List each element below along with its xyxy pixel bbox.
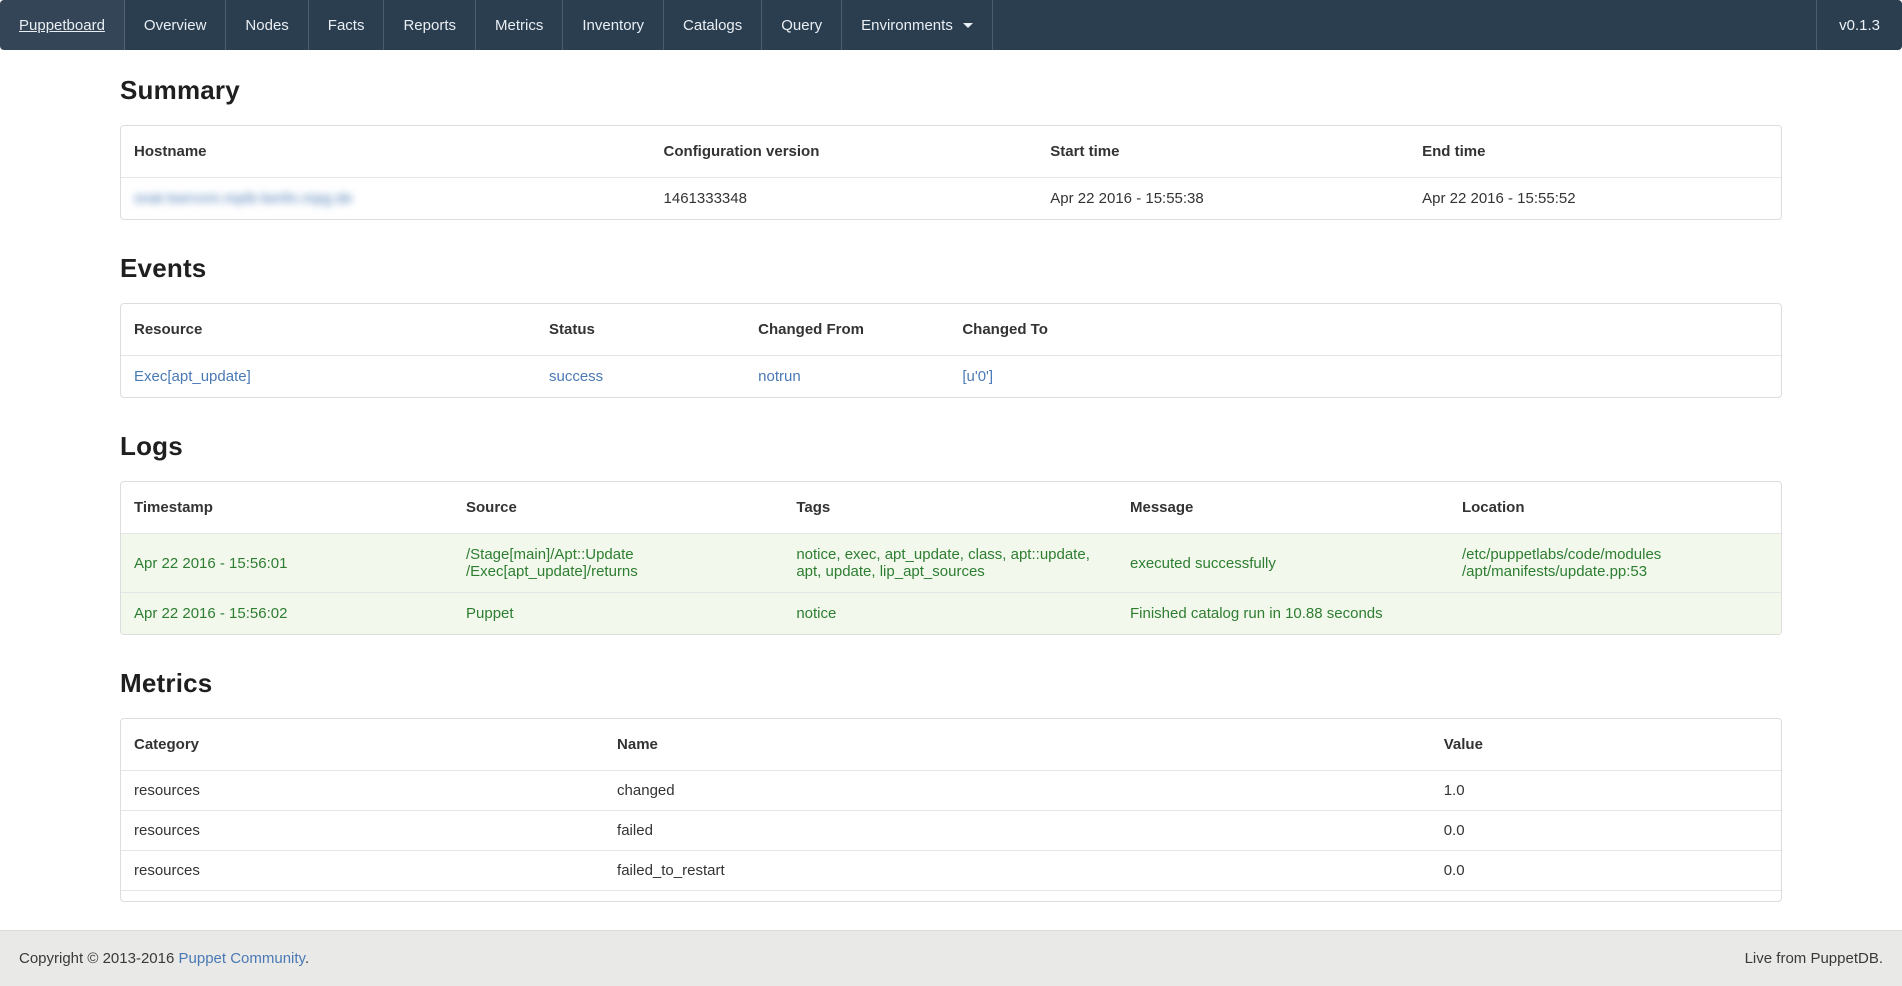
events-section: Events Resource Status Changed From Chan… [120,253,1782,398]
summary-header-row: Hostname Configuration version Start tim… [121,126,1781,178]
metric-category: resources [121,771,604,811]
event-row: Exec[apt_update] success notrun [u'0'] [121,356,1781,398]
logs-table: Timestamp Source Tags Message Location A… [121,482,1781,634]
log-source: /Stage[main]/Apt::Update /Exec[apt_updat… [453,534,783,593]
summary-section: Summary Hostname Configuration version S… [120,75,1782,220]
events-col-status: Status [536,304,745,356]
log-timestamp: Apr 22 2016 - 15:56:01 [121,534,453,593]
events-header-row: Resource Status Changed From Changed To [121,304,1781,356]
logs-header-row: Timestamp Source Tags Message Location [121,482,1781,534]
summary-table: Hostname Configuration version Start tim… [121,126,1781,219]
log-message: executed successfully [1117,534,1449,593]
nav-item-nodes[interactable]: Nodes [226,0,308,50]
footer-copyright: Copyright © 2013-2016 Puppet Community. [19,950,309,967]
nav-item-environments-dropdown[interactable]: Environments [842,0,993,50]
hostname-link[interactable]: snat-tservvm.mpib-berlin.mpg.de [134,190,352,207]
metrics-col-category: Category [121,719,604,771]
metric-row: resources failed_to_restart 0.0 [121,851,1781,891]
main-content: Summary Hostname Configuration version S… [120,75,1782,902]
start-time-value: Apr 22 2016 - 15:55:38 [1037,178,1409,220]
event-status-link[interactable]: success [549,368,603,385]
summary-col-config-version: Configuration version [651,126,1038,178]
event-changed-to-link[interactable]: [u'0'] [962,368,993,385]
nav-item-puppetboard[interactable]: Puppetboard [0,0,125,50]
summary-row: snat-tservvm.mpib-berlin.mpg.de 14613333… [121,178,1781,220]
log-location: /etc/puppetlabs/code/modules /apt/manife… [1449,534,1781,593]
nav-item-query[interactable]: Query [762,0,842,50]
events-heading: Events [120,253,1782,284]
nav-item-reports[interactable]: Reports [384,0,476,50]
logs-col-tags: Tags [783,482,1117,534]
environments-label: Environments [861,17,953,34]
log-source: Puppet [453,593,783,635]
copyright-period: . [305,950,309,967]
log-location [1449,593,1781,635]
navbar-spacer [993,0,1816,50]
metric-value: 1.0 [1431,771,1781,811]
log-tags: notice, exec, apt_update, class, apt::up… [783,534,1117,593]
metrics-header-row: Category Name Value [121,719,1781,771]
summary-heading: Summary [120,75,1782,106]
metric-category: resources [121,851,604,891]
metric-name: failed_to_restart [604,851,1431,891]
summary-col-hostname: Hostname [121,126,651,178]
footer-source-text: Live from PuppetDB. [1745,950,1883,967]
log-message: Finished catalog run in 10.88 seconds [1117,593,1449,635]
nav-item-metrics[interactable]: Metrics [476,0,563,50]
summary-col-end-time: End time [1409,126,1781,178]
summary-table-panel: Hostname Configuration version Start tim… [120,125,1782,220]
events-col-changed-from: Changed From [745,304,949,356]
nav-item-inventory[interactable]: Inventory [563,0,664,50]
chevron-down-icon [963,23,973,28]
metric-row: resources failed 0.0 [121,811,1781,851]
metric-row: resources changed 1.0 [121,771,1781,811]
logs-col-location: Location [1449,482,1781,534]
copyright-text: Copyright © 2013-2016 [19,950,179,967]
summary-col-start-time: Start time [1037,126,1409,178]
logs-table-panel: Timestamp Source Tags Message Location A… [120,481,1782,635]
logs-col-message: Message [1117,482,1449,534]
puppet-community-link[interactable]: Puppet Community [179,950,305,967]
version-badge: v0.1.3 [1816,0,1902,50]
events-col-changed-to: Changed To [949,304,1781,356]
metrics-table-panel: Category Name Value resources changed 1.… [120,718,1782,902]
logs-section: Logs Timestamp Source Tags Message Locat… [120,431,1782,635]
event-changed-from-link[interactable]: notrun [758,368,801,385]
log-row: Apr 22 2016 - 15:56:01 /Stage[main]/Apt:… [121,534,1781,593]
log-row: Apr 22 2016 - 15:56:02 Puppet notice Fin… [121,593,1781,635]
metric-row-cutoff [121,891,1781,901]
metrics-heading: Metrics [120,668,1782,699]
metrics-section: Metrics Category Name Value resources ch… [120,668,1782,902]
nav-item-overview[interactable]: Overview [125,0,227,50]
events-table-panel: Resource Status Changed From Changed To … [120,303,1782,398]
metrics-col-name: Name [604,719,1431,771]
events-table: Resource Status Changed From Changed To … [121,304,1781,397]
top-navbar: Puppetboard Overview Nodes Facts Reports… [0,0,1902,50]
events-col-resource: Resource [121,304,536,356]
metric-category: resources [121,811,604,851]
logs-col-source: Source [453,482,783,534]
metric-value: 0.0 [1431,851,1781,891]
event-resource-link[interactable]: Exec[apt_update] [134,368,251,385]
logs-heading: Logs [120,431,1782,462]
end-time-value: Apr 22 2016 - 15:55:52 [1409,178,1781,220]
log-tags: notice [783,593,1117,635]
metric-name: failed [604,811,1431,851]
logs-col-timestamp: Timestamp [121,482,453,534]
metrics-table: Category Name Value resources changed 1.… [121,719,1781,901]
config-version-value: 1461333348 [651,178,1038,220]
page-footer: Copyright © 2013-2016 Puppet Community. … [0,930,1902,986]
metrics-col-value: Value [1431,719,1781,771]
metric-name: changed [604,771,1431,811]
nav-item-catalogs[interactable]: Catalogs [664,0,762,50]
metric-value: 0.0 [1431,811,1781,851]
log-timestamp: Apr 22 2016 - 15:56:02 [121,593,453,635]
nav-item-facts[interactable]: Facts [309,0,385,50]
